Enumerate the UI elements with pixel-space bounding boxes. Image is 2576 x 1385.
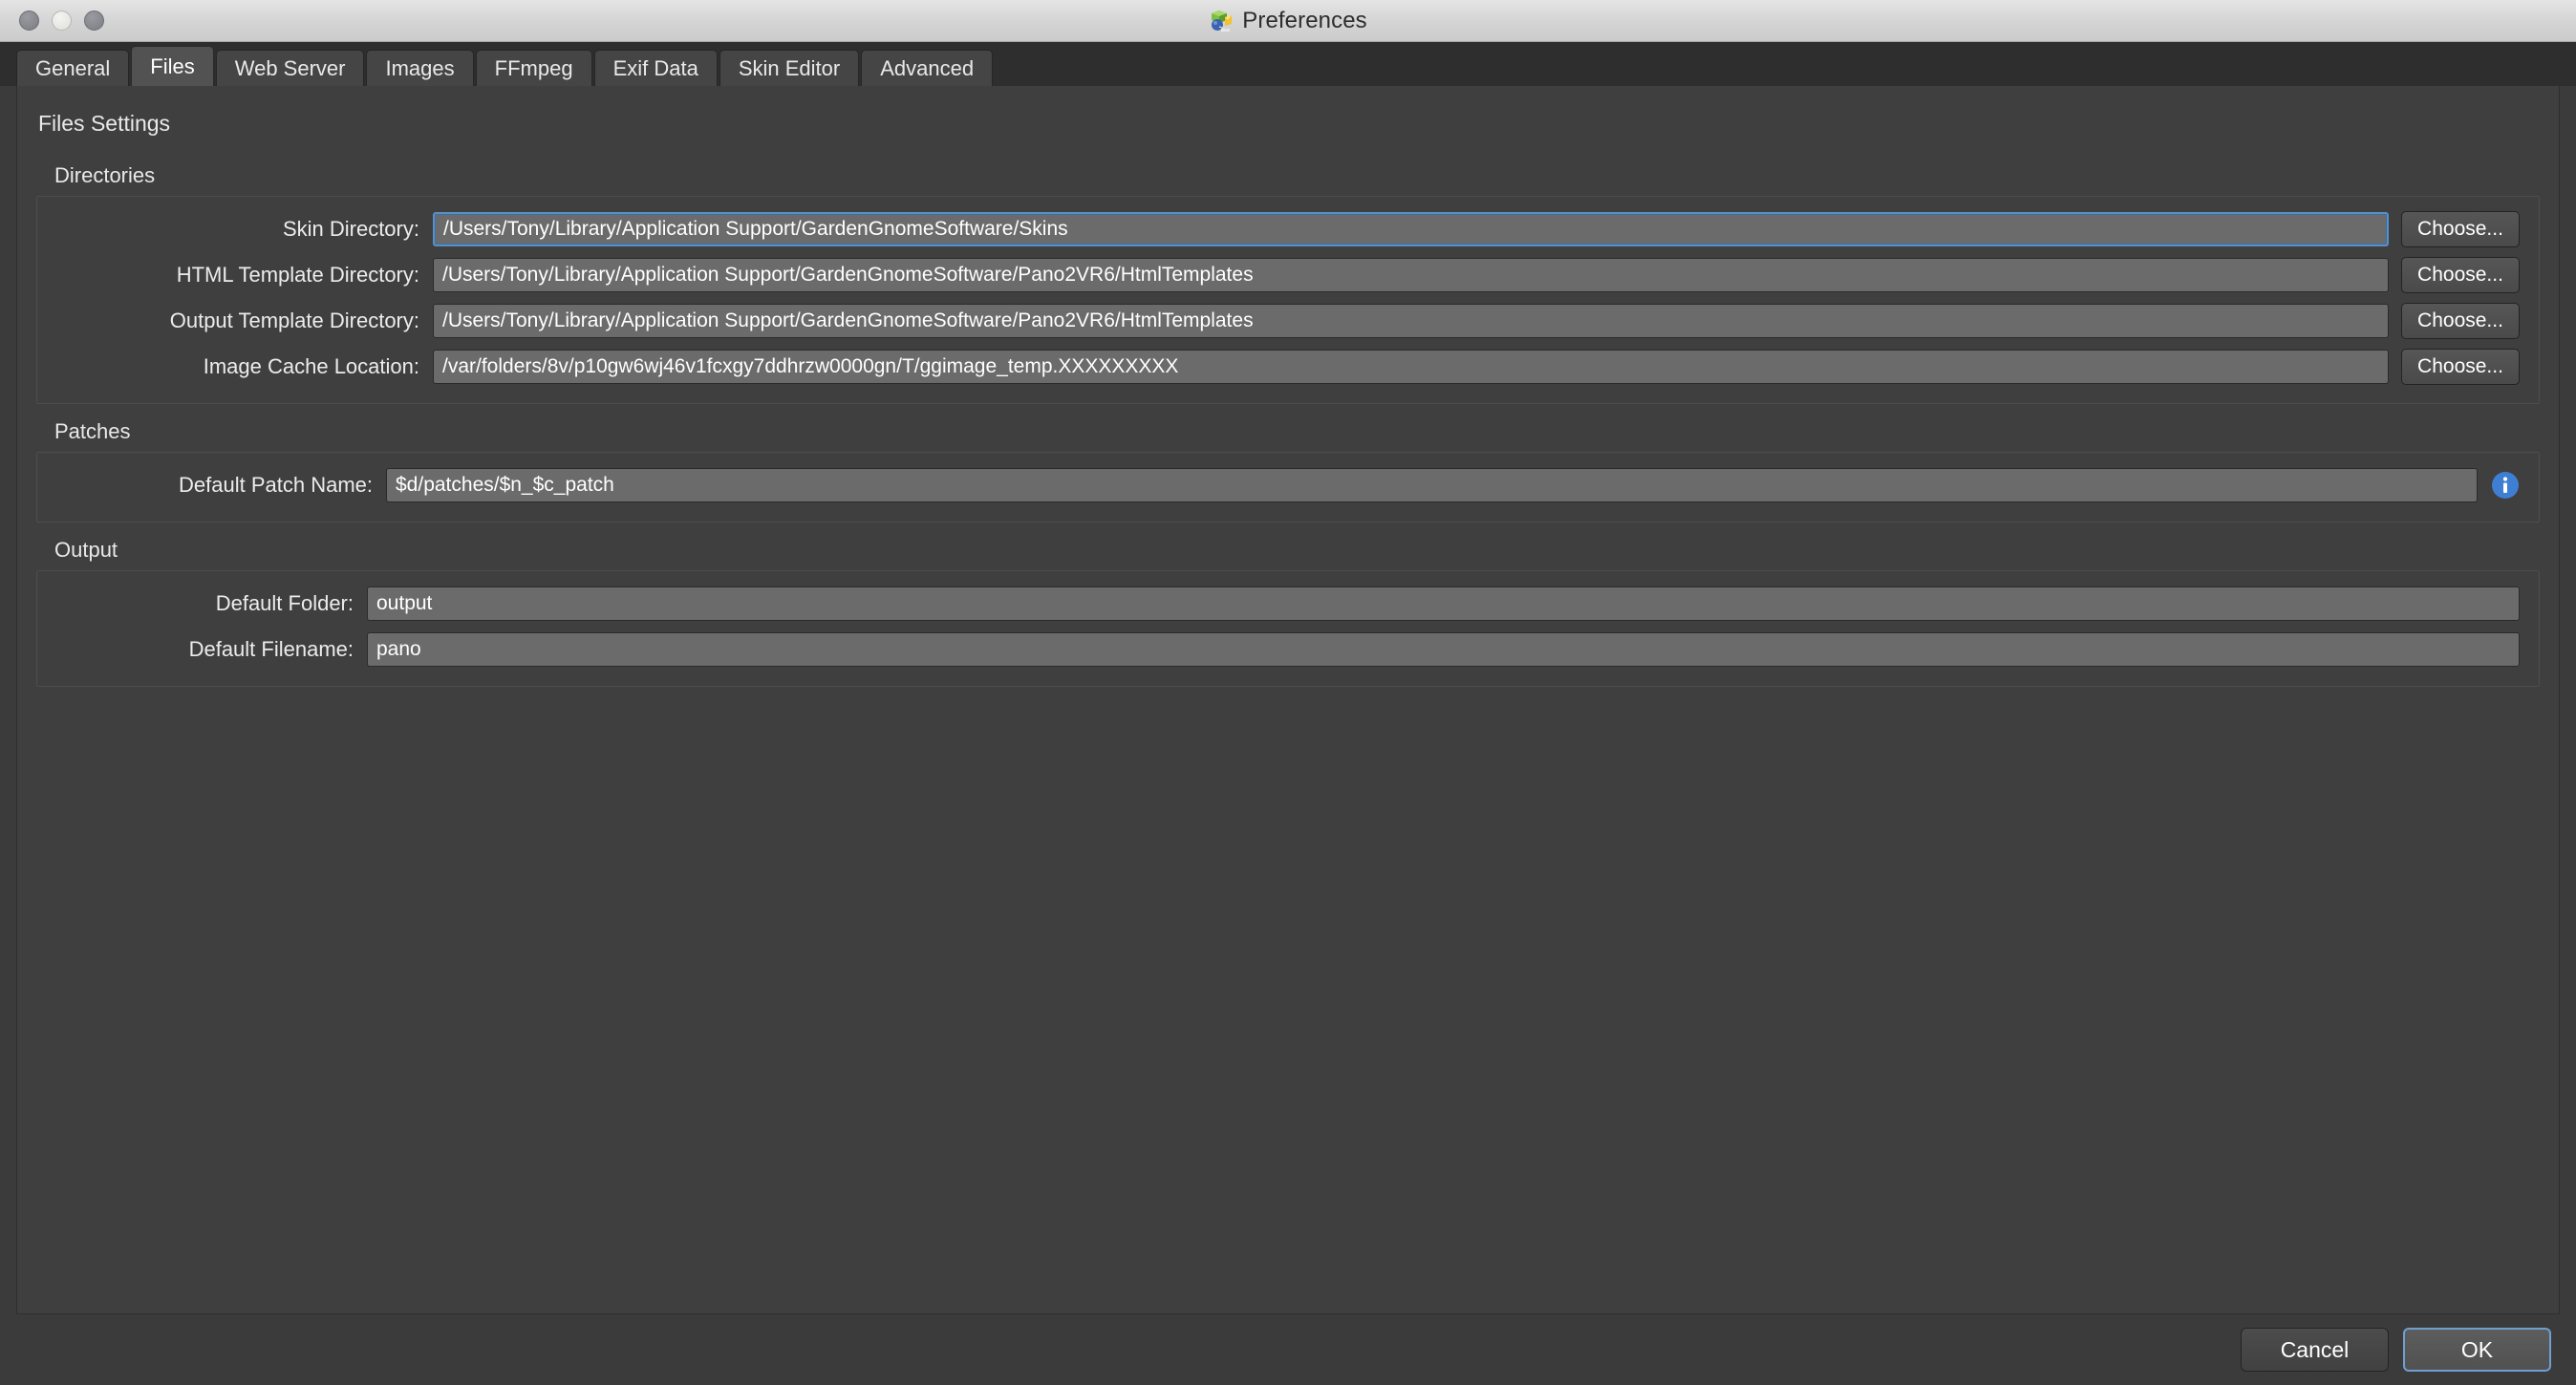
window-title: Preferences [1242,7,1367,33]
tab-exif-data[interactable]: Exif Data [593,50,718,86]
output-template-directory-label: Output Template Directory: [169,309,419,332]
default-filename-label: Default Filename: [188,637,354,661]
image-cache-location-input[interactable]: /var/folders/8v/p10gw6wj46v1fcxgy7ddhrzw… [433,350,2389,384]
skin-directory-row: Skin Directory: /Users/Tony/Library/Appl… [37,206,2539,252]
tab-ffmpeg[interactable]: FFmpeg [475,50,592,86]
directories-group: Directories Skin Directory: /Users/Tony/… [36,152,2540,404]
directories-group-label: Directories [54,163,156,187]
patches-group: Patches Default Patch Name: $d/patches/$… [36,408,2540,522]
output-group: Output Default Folder: output Default Fi… [36,526,2540,687]
output-template-directory-input[interactable]: /Users/Tony/Library/Application Support/… [433,304,2389,338]
default-folder-row: Default Folder: output [37,581,2539,627]
page-title: Files Settings [38,111,171,136]
files-settings-panel: Files Settings Directories Skin Director… [16,86,2560,1314]
default-patch-name-input[interactable]: $d/patches/$n_$c_patch [386,468,2478,502]
title-group: Preferences [0,8,2576,34]
skin-directory-label: Skin Directory: [282,217,419,241]
output-template-directory-row: Output Template Directory: /Users/Tony/L… [37,298,2539,344]
directories-group-box: Skin Directory: /Users/Tony/Library/Appl… [36,196,2540,404]
ok-button[interactable]: OK [2403,1328,2551,1372]
image-cache-location-choose-button[interactable]: Choose... [2401,349,2520,385]
tab-files[interactable]: Files [131,46,214,86]
default-folder-label: Default Folder: [215,591,354,615]
html-template-directory-row: HTML Template Directory: /Users/Tony/Lib… [37,252,2539,298]
tab-web-server[interactable]: Web Server [215,50,365,86]
tab-skin-editor[interactable]: Skin Editor [719,50,860,86]
cancel-button[interactable]: Cancel [2241,1328,2389,1372]
title-bar: Preferences [0,0,2576,42]
patches-group-label: Patches [54,419,131,443]
default-patch-name-row: Default Patch Name: $d/patches/$n_$c_pat… [37,462,2539,508]
tab-general[interactable]: General [16,50,130,86]
minimize-button[interactable] [52,11,72,31]
window-controls [0,11,104,31]
output-template-directory-choose-button[interactable]: Choose... [2401,303,2520,339]
html-template-directory-choose-button[interactable]: Choose... [2401,257,2520,293]
image-cache-location-row: Image Cache Location: /var/folders/8v/p1… [37,344,2539,390]
html-template-directory-label: HTML Template Directory: [176,263,419,287]
settings-groups: Directories Skin Directory: /Users/Tony/… [17,137,2559,687]
info-icon[interactable] [2491,471,2520,500]
tab-bar: General Files Web Server Images FFmpeg E… [0,42,2576,86]
pano2vr-icon [1212,10,1233,32]
maximize-button[interactable] [84,11,104,31]
close-button[interactable] [19,11,39,31]
preferences-window: Preferences General Files Web Server Ima… [0,0,2576,1385]
default-patch-name-label: Default Patch Name: [179,473,373,497]
image-cache-location-label: Image Cache Location: [203,354,419,378]
default-folder-input[interactable]: output [367,586,2520,621]
output-group-box: Default Folder: output Default Filename:… [36,570,2540,687]
html-template-directory-input[interactable]: /Users/Tony/Library/Application Support/… [433,258,2389,292]
output-group-label: Output [54,538,118,562]
skin-directory-input[interactable]: /Users/Tony/Library/Application Support/… [433,212,2389,246]
patches-group-box: Default Patch Name: $d/patches/$n_$c_pat… [36,452,2540,522]
skin-directory-choose-button[interactable]: Choose... [2401,211,2520,247]
tab-images[interactable]: Images [366,50,474,86]
dialog-footer: Cancel OK [0,1314,2576,1385]
default-filename-row: Default Filename: pano [37,627,2539,672]
default-filename-input[interactable]: pano [367,632,2520,667]
tab-advanced[interactable]: Advanced [861,50,994,86]
